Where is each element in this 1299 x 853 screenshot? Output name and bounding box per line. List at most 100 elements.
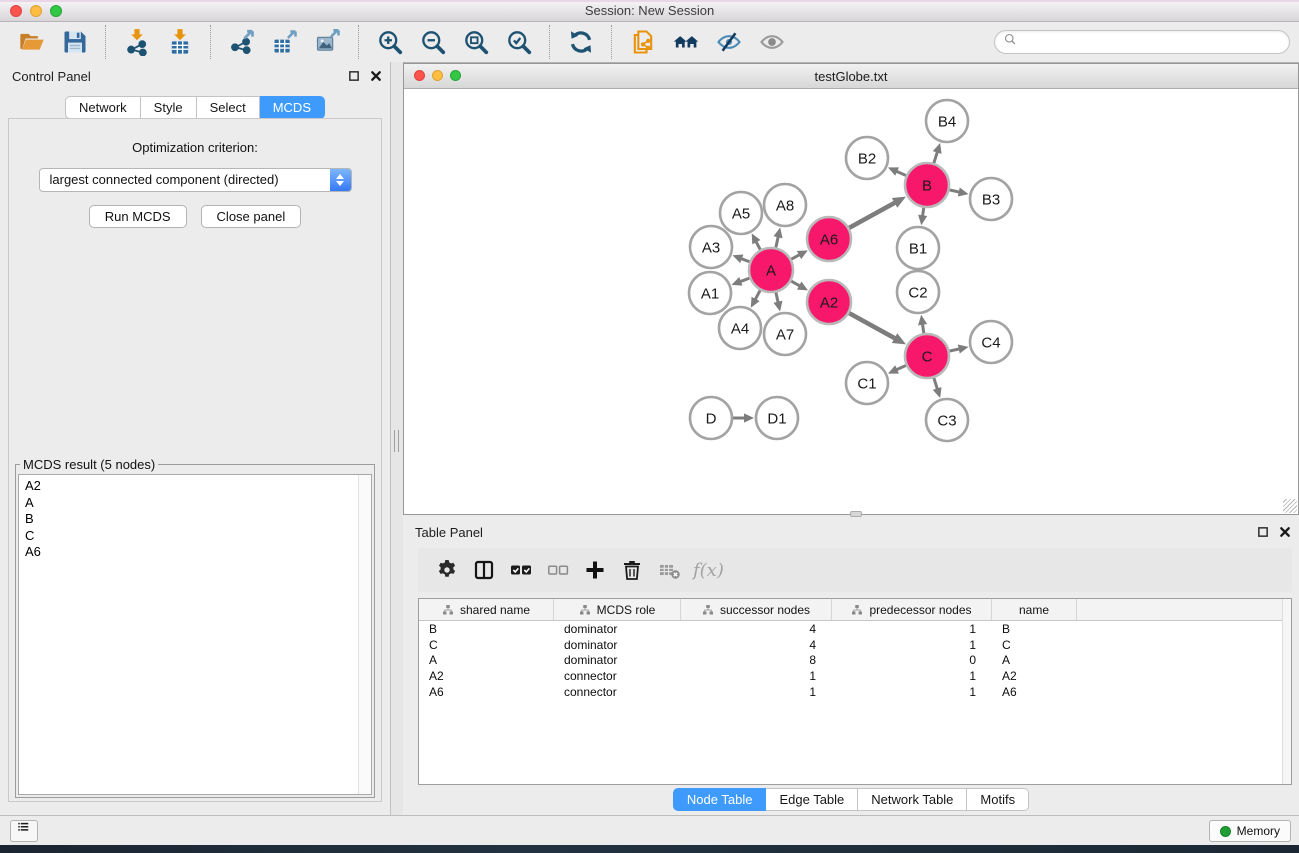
hide-details-button[interactable] <box>707 24 750 60</box>
float-panel-icon[interactable] <box>348 69 360 87</box>
edge-C-C1[interactable] <box>888 365 906 373</box>
edge-A-A7[interactable] <box>773 292 782 311</box>
node-C3[interactable]: C3 <box>926 399 968 441</box>
panel-splitter[interactable] <box>391 62 403 815</box>
node-A4[interactable]: A4 <box>719 307 761 349</box>
delete-entry-button[interactable] <box>613 553 650 587</box>
deselect-all-button[interactable] <box>539 553 576 587</box>
table-row[interactable]: Cdominator41C <box>419 637 1291 653</box>
mcds-result-item[interactable]: A <box>25 495 365 512</box>
node-B[interactable]: B <box>905 163 949 207</box>
table-row[interactable]: A6connector11A6 <box>419 684 1291 700</box>
node-C2[interactable]: C2 <box>897 271 939 313</box>
edge-C-C4[interactable] <box>949 345 968 354</box>
node-A2[interactable]: A2 <box>807 280 851 324</box>
settings-button[interactable] <box>428 553 465 587</box>
refresh-button[interactable] <box>559 24 602 60</box>
node-C[interactable]: C <box>905 334 949 378</box>
edge-B-B2[interactable] <box>888 167 906 175</box>
export-network-button[interactable] <box>220 24 263 60</box>
criterion-select[interactable]: largest connected component (directed) <box>39 168 352 192</box>
edge-C-C3[interactable] <box>933 378 942 398</box>
import-network-button[interactable] <box>115 24 158 60</box>
mcds-result-item[interactable]: B <box>25 511 365 528</box>
edge-A-A1[interactable] <box>732 277 750 286</box>
column-header-MCDS-role[interactable]: MCDS role <box>554 599 681 620</box>
node-A5[interactable]: A5 <box>720 192 762 234</box>
tab-network[interactable]: Network <box>65 96 141 119</box>
memory-button[interactable]: Memory <box>1209 820 1291 842</box>
import-table-button[interactable] <box>158 24 201 60</box>
node-C4[interactable]: C4 <box>970 321 1012 363</box>
zoom-out-button[interactable] <box>411 24 454 60</box>
open-file-button[interactable] <box>10 24 53 60</box>
run-mcds-button[interactable]: Run MCDS <box>89 205 187 228</box>
result-list-scrollbar[interactable] <box>358 475 371 794</box>
edge-A-A6[interactable] <box>791 250 808 259</box>
node-A1[interactable]: A1 <box>689 272 731 314</box>
node-A7[interactable]: A7 <box>764 313 806 355</box>
close-panel-button[interactable]: Close panel <box>201 205 302 228</box>
add-entry-button[interactable] <box>576 553 613 587</box>
tab-style[interactable]: Style <box>141 96 197 119</box>
zoom-fit-button[interactable] <box>454 24 497 60</box>
search-input[interactable] <box>1022 34 1289 50</box>
node-A[interactable]: A <box>749 248 793 292</box>
show-details-button[interactable] <box>750 24 793 60</box>
tab-mcds[interactable]: MCDS <box>260 96 325 119</box>
mcds-result-item[interactable]: A2 <box>25 478 365 495</box>
edge-D-D1[interactable] <box>733 413 754 422</box>
table-row[interactable]: A2connector11A2 <box>419 668 1291 684</box>
save-session-button[interactable] <box>53 24 96 60</box>
export-table-button[interactable] <box>263 24 306 60</box>
table-scrollbar[interactable] <box>1282 599 1291 784</box>
column-header-successor-nodes[interactable]: successor nodes <box>681 599 832 620</box>
network-window-titlebar[interactable]: testGlobe.txt <box>404 64 1298 89</box>
column-header-shared-name[interactable]: shared name <box>419 599 554 620</box>
node-B1[interactable]: B1 <box>897 227 939 269</box>
edge-A2-C[interactable] <box>849 313 906 344</box>
edge-A-A2[interactable] <box>791 281 808 290</box>
edge-A-A3[interactable] <box>732 255 749 264</box>
select-all-button[interactable] <box>502 553 539 587</box>
node-A6[interactable]: A6 <box>807 217 851 261</box>
table-row[interactable]: Adominator80A <box>419 653 1291 669</box>
edge-A6-B[interactable] <box>849 197 906 228</box>
node-D1[interactable]: D1 <box>756 397 798 439</box>
mcds-result-item[interactable]: A6 <box>25 544 365 561</box>
edge-B-B1[interactable] <box>918 208 927 225</box>
edge-A-A8[interactable] <box>774 227 783 247</box>
edge-B-B3[interactable] <box>949 187 968 196</box>
mcds-result-item[interactable]: C <box>25 528 365 545</box>
resize-grip-icon[interactable] <box>1283 499 1297 513</box>
node-B3[interactable]: B3 <box>970 178 1012 220</box>
node-A3[interactable]: A3 <box>690 226 732 268</box>
splitter-grip[interactable] <box>394 430 399 452</box>
node-C1[interactable]: C1 <box>846 362 888 404</box>
split-view-button[interactable] <box>465 553 502 587</box>
tab-motifs[interactable]: Motifs <box>967 788 1029 811</box>
close-panel-icon[interactable] <box>370 69 382 87</box>
node-B4[interactable]: B4 <box>926 100 968 142</box>
table-row[interactable]: Bdominator41B <box>419 621 1291 637</box>
edge-A-A4[interactable] <box>751 290 760 307</box>
home-button[interactable] <box>664 24 707 60</box>
column-header-predecessor-nodes[interactable]: predecessor nodes <box>832 599 992 620</box>
network-canvas[interactable]: B4B2BB3A5A8A6A3B1AA1C2A2A4A7C4CC1C3DD1 <box>404 89 1298 514</box>
column-header-name[interactable]: name <box>992 599 1077 620</box>
export-image-button[interactable] <box>306 24 349 60</box>
node-A8[interactable]: A8 <box>764 184 806 226</box>
search-field[interactable] <box>994 30 1290 54</box>
bottom-grip-icon[interactable] <box>850 511 862 517</box>
zoom-in-button[interactable] <box>368 24 411 60</box>
tab-network-table[interactable]: Network Table <box>858 788 967 811</box>
edge-C-C2[interactable] <box>918 315 927 333</box>
edge-B-B4[interactable] <box>933 143 942 163</box>
zoom-selected-button[interactable] <box>497 24 540 60</box>
task-history-button[interactable] <box>10 820 38 842</box>
tab-select[interactable]: Select <box>197 96 260 119</box>
node-D[interactable]: D <box>690 397 732 439</box>
network-from-selection-button[interactable] <box>621 24 664 60</box>
close-table-panel-icon[interactable] <box>1279 525 1291 543</box>
tab-node-table[interactable]: Node Table <box>673 788 767 811</box>
